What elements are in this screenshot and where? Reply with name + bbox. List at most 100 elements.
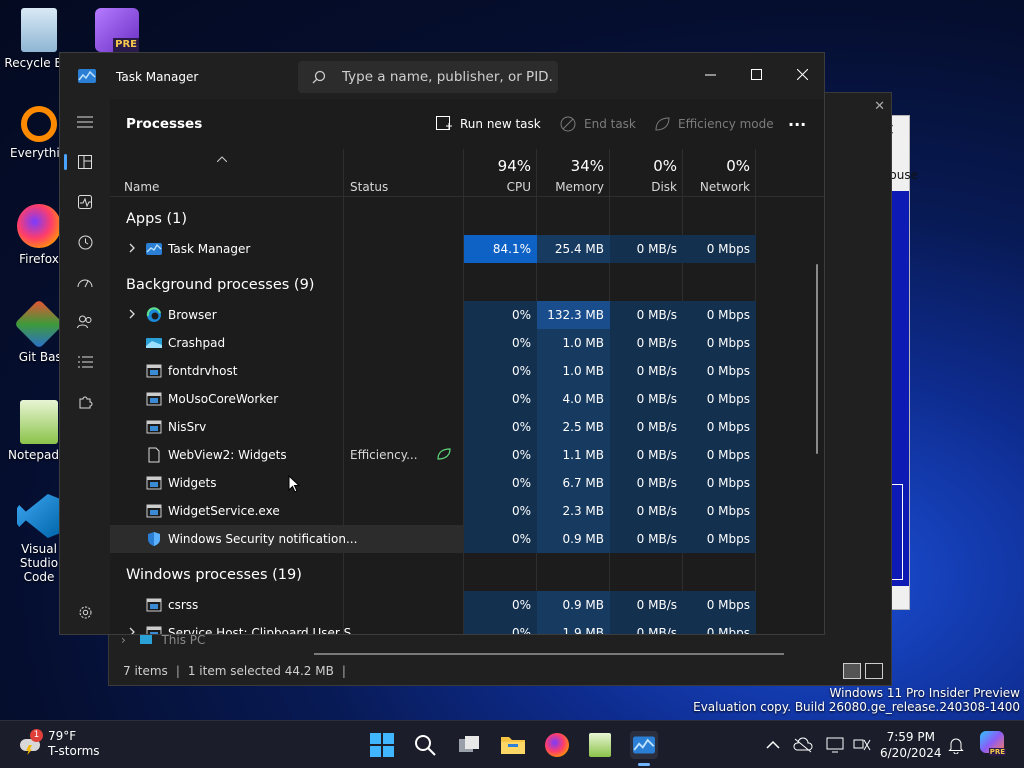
copilot-button[interactable]: PRE (980, 731, 1006, 757)
process-name: NisSrv (168, 420, 207, 434)
chevron-up-icon (766, 740, 780, 749)
table-row[interactable]: NisSrv 0% 2.5 MB 0 MB/s 0 Mbps (110, 413, 756, 441)
details-list-icon (77, 356, 93, 368)
table-row[interactable]: fontdrvhost 0% 1.0 MB 0 MB/s 0 Mbps (110, 357, 756, 385)
command-bar: Processes Run new task End task Efficien… (110, 99, 824, 149)
efficiency-mode-button[interactable]: Efficiency mode (654, 112, 774, 136)
run-new-task-button[interactable]: Run new task (436, 112, 541, 136)
details-view-button[interactable] (843, 663, 861, 679)
show-hidden-icons-button[interactable] (763, 735, 783, 755)
table-row[interactable]: Browser 0% 132.3 MB 0 MB/s 0 Mbps (110, 301, 756, 329)
onedrive-button[interactable] (793, 735, 813, 755)
cpu-value: 0% (464, 619, 537, 634)
notifications-button[interactable] (948, 735, 968, 755)
table-row[interactable]: Widgets 0% 6.7 MB 0 MB/s 0 Mbps (110, 469, 756, 497)
memory-value: 0.9 MB (537, 591, 610, 619)
run-new-task-icon (436, 116, 452, 130)
settings-button[interactable] (69, 596, 101, 628)
cpu-value: 0% (464, 591, 537, 619)
table-row[interactable]: Windows Security notification... 0% 0.9 MB… (110, 525, 756, 553)
column-memory[interactable]: Memory (537, 180, 604, 194)
nav-app-history[interactable] (69, 226, 101, 258)
monitor-icon (826, 737, 844, 753)
task-manager-window[interactable]: Task Manager Type a name, publisher, or … (59, 52, 825, 635)
end-task-button[interactable]: End task (560, 112, 636, 136)
leaf-icon (655, 117, 670, 131)
process-name: MoUsoCoreWorker (168, 392, 279, 406)
vertical-scrollbar[interactable] (816, 264, 818, 454)
group-header-windows[interactable]: Windows processes (19) (126, 567, 302, 583)
cpu-value: 0% (464, 385, 537, 413)
table-row[interactable]: Service Host: Clipboard User S... 0% 1.9 M… (110, 619, 756, 635)
disk-value: 0 MB/s (610, 301, 683, 329)
search-input[interactable] (342, 61, 552, 93)
process-name: Windows Security notification... (168, 532, 358, 546)
notepadpp-taskbar-button[interactable] (586, 731, 614, 759)
column-cpu[interactable]: CPU (464, 180, 531, 194)
column-network[interactable]: Network (683, 180, 750, 194)
firefox-icon (17, 204, 61, 248)
horizontal-scrollbar[interactable] (314, 653, 784, 655)
display-button[interactable] (826, 735, 846, 755)
nav-details[interactable] (69, 346, 101, 378)
search-box[interactable] (298, 61, 558, 93)
column-status[interactable]: Status (350, 180, 388, 194)
close-icon[interactable]: ✕ (874, 99, 885, 114)
watermark-line-1: Windows 11 Pro Insider Preview (829, 686, 1020, 700)
minimize-button[interactable] (687, 59, 733, 89)
task-manager-taskbar-button[interactable] (630, 731, 658, 766)
nav-services[interactable] (69, 386, 101, 418)
close-button[interactable] (779, 59, 824, 89)
network-button[interactable] (853, 735, 873, 755)
column-disk[interactable]: Disk (610, 180, 677, 194)
file-explorer-taskbar-button[interactable] (499, 731, 527, 759)
title-bar[interactable]: Task Manager (60, 53, 824, 99)
table-row[interactable]: WebView2: Widgets Efficiency... 0% 1.1 MB 0 … (110, 441, 756, 469)
crashpad-icon (146, 338, 162, 348)
table-row[interactable]: WidgetService.exe 0% 2.3 MB 0 MB/s 0 Mbps (110, 497, 756, 525)
visual-studio-preview-icon: PRE (95, 8, 139, 52)
taskbar-search-button[interactable] (411, 731, 439, 759)
processes-table: Name Status 94% CPU 34% Memory 0% Disk 0… (110, 149, 824, 634)
table-body: Apps (1) Task Manager 84.1% 25.4 MB 0 MB… (110, 197, 824, 634)
memory-value: 132.3 MB (537, 301, 610, 329)
group-header-background[interactable]: Background processes (9) (126, 277, 314, 293)
tiles-view-button[interactable] (865, 663, 883, 679)
status-separator: | (175, 664, 180, 678)
page-title: Processes (126, 116, 203, 132)
chevron-right-icon[interactable] (128, 626, 136, 635)
clock[interactable]: 7:59 PM 6/20/2024 (880, 729, 942, 761)
task-view-button[interactable] (455, 731, 483, 759)
network-value: 0 Mbps (683, 329, 756, 357)
table-row[interactable]: csrss 0% 0.9 MB 0 MB/s 0 Mbps (110, 591, 756, 619)
cpu-value: 0% (464, 469, 537, 497)
this-pc-nav-item[interactable]: › This PC (121, 633, 205, 647)
nav-users[interactable] (69, 306, 101, 338)
processes-icon (78, 155, 92, 169)
column-divider (343, 149, 344, 196)
process-name: csrss (168, 598, 199, 612)
table-row[interactable]: Task Manager 84.1% 25.4 MB 0 MB/s 0 Mbps (110, 235, 756, 263)
memory-value: 2.3 MB (537, 497, 610, 525)
cpu-value: 0% (464, 441, 537, 469)
task-view-icon (459, 736, 479, 752)
disk-value: 0 MB/s (610, 591, 683, 619)
weather-widget[interactable]: 1 79°F T-storms (18, 729, 100, 759)
group-header-apps[interactable]: Apps (1) (126, 211, 187, 227)
table-row[interactable]: MoUsoCoreWorker 0% 4.0 MB 0 MB/s 0 Mbps (110, 385, 756, 413)
hamburger-menu-button[interactable] (69, 106, 101, 138)
nav-performance[interactable] (69, 186, 101, 218)
start-button[interactable] (368, 731, 396, 759)
clock-time: 7:59 PM (886, 730, 935, 744)
more-options-button[interactable]: ... (788, 108, 806, 132)
chevron-right-icon[interactable] (128, 242, 136, 254)
window-icon (146, 598, 162, 612)
column-name[interactable]: Name (124, 180, 159, 194)
nav-processes[interactable] (64, 146, 101, 178)
firefox-taskbar-button[interactable] (543, 731, 571, 759)
desktop-icon-visual-studio[interactable]: PRE (82, 8, 152, 56)
table-row[interactable]: Crashpad 0% 1.0 MB 0 MB/s 0 Mbps (110, 329, 756, 357)
maximize-button[interactable] (733, 59, 779, 89)
nav-startup-apps[interactable] (69, 266, 101, 298)
chevron-right-icon[interactable] (128, 308, 136, 320)
